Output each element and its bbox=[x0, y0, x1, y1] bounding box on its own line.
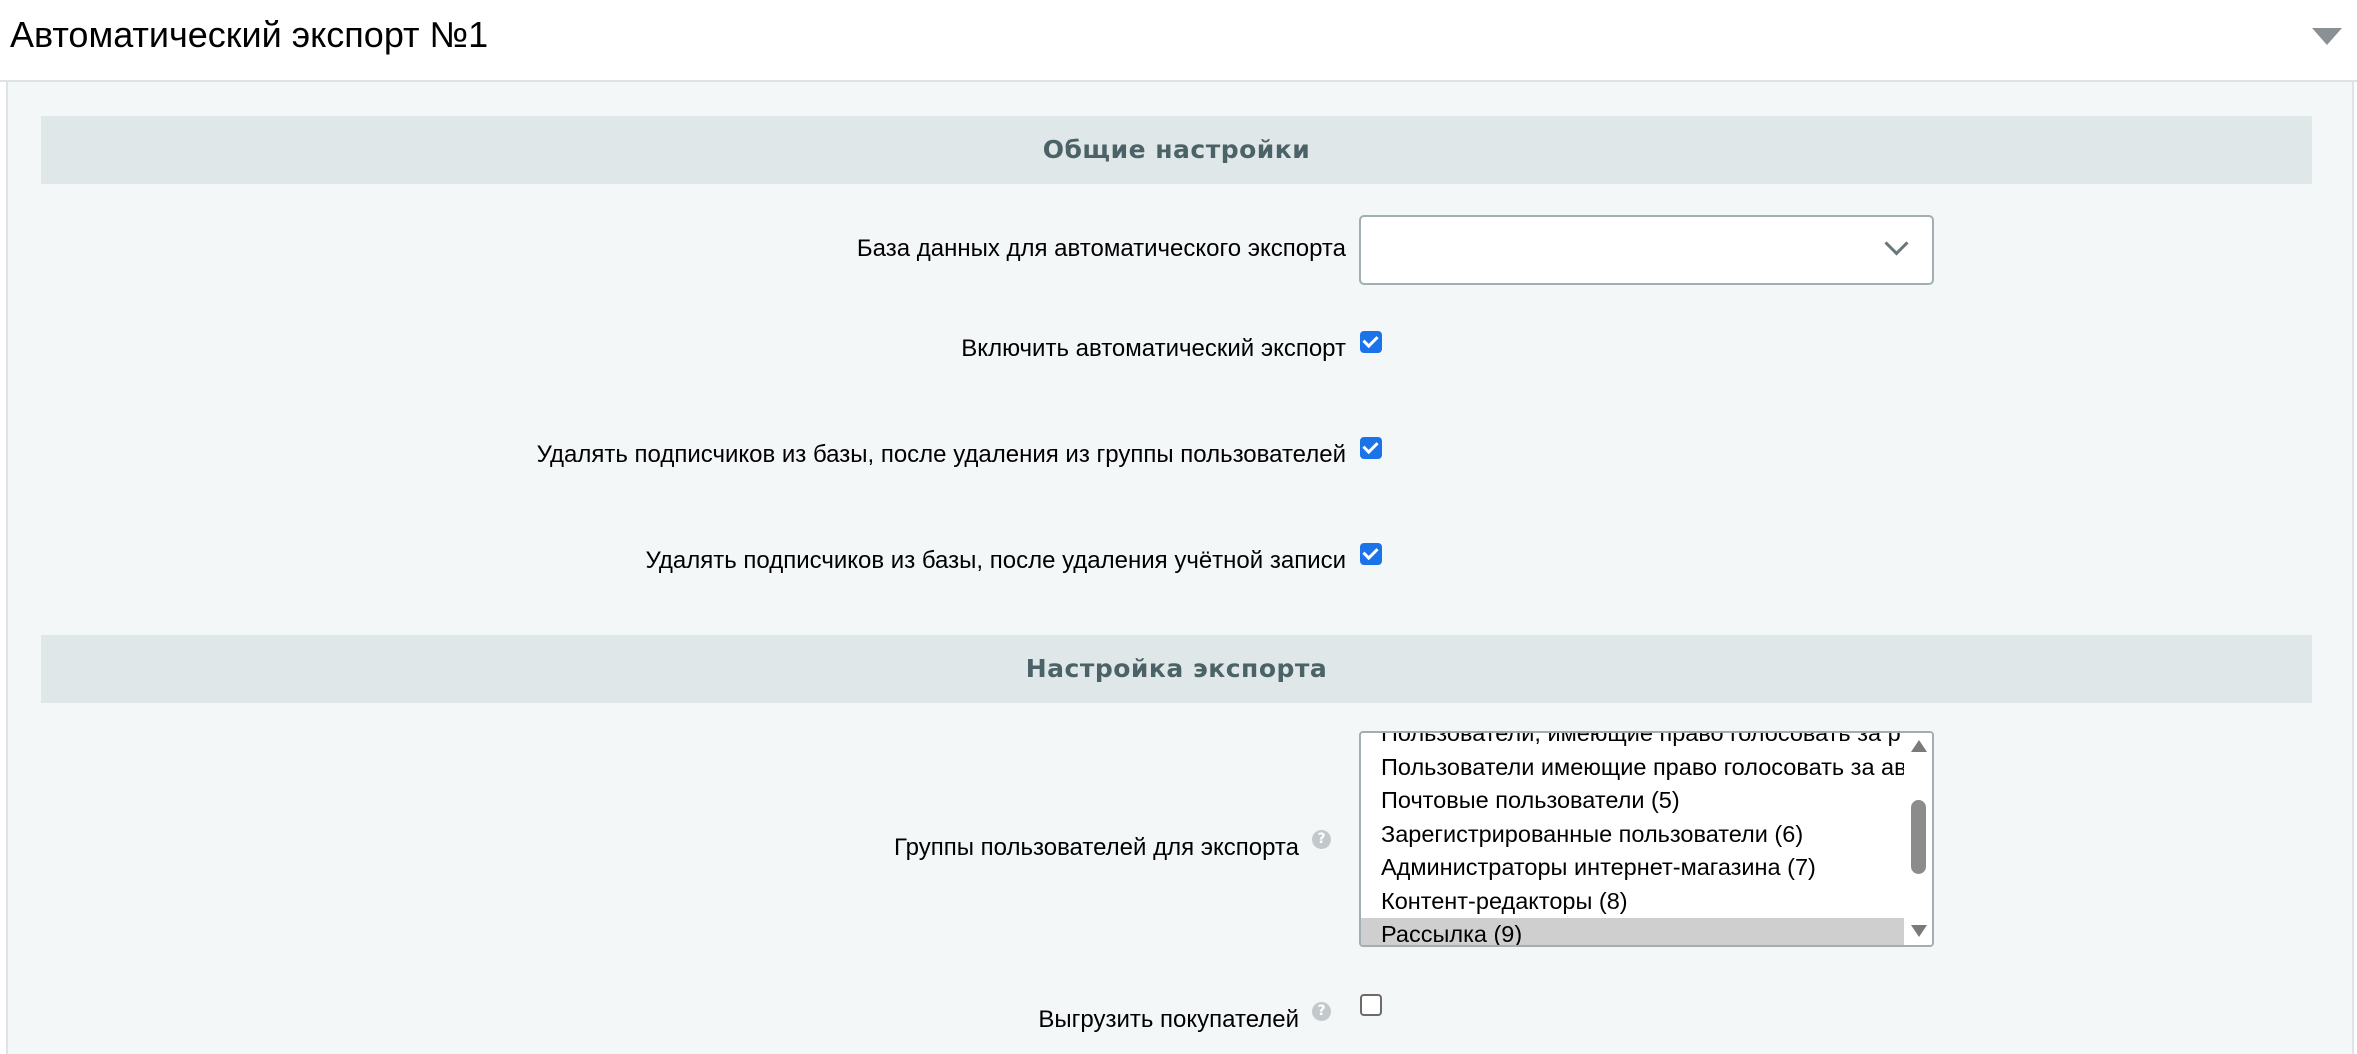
user-groups-label: Группы пользователей для экспорта bbox=[894, 834, 1299, 861]
list-item[interactable]: Контент-редакторы (8) bbox=[1361, 885, 1907, 919]
database-select[interactable] bbox=[1359, 215, 1934, 285]
user-groups-options: Пользователи, имеющие право голосовать з… bbox=[1361, 733, 1907, 945]
help-icon[interactable]: ? bbox=[1312, 1002, 1331, 1021]
scroll-up-arrow-icon[interactable] bbox=[1911, 740, 1927, 752]
section-general-header: Общие настройки bbox=[41, 116, 2312, 184]
scroll-down-arrow-icon[interactable] bbox=[1911, 925, 1927, 937]
page-header: Автоматический экспорт №1 bbox=[0, 0, 2357, 82]
page-title: Автоматический экспорт №1 bbox=[10, 14, 489, 55]
delete-on-account-removal-label: Удалять подписчиков из базы, после удале… bbox=[645, 547, 1347, 574]
list-item[interactable]: Пользователи имеющие право голосовать за… bbox=[1361, 751, 1907, 785]
section-export-header: Настройка экспорта bbox=[41, 635, 2312, 703]
enable-auto-export-checkbox[interactable] bbox=[1360, 331, 1382, 353]
user-groups-listbox[interactable]: Пользователи, имеющие право голосовать з… bbox=[1359, 731, 1934, 947]
list-item[interactable]: Пользователи, имеющие право голосовать з… bbox=[1361, 733, 1907, 751]
scrollbar-thumb[interactable] bbox=[1911, 800, 1926, 874]
list-item[interactable]: Администраторы интернет-магазина (7) bbox=[1361, 851, 1907, 885]
list-item[interactable]: Зарегистрированные пользователи (6) bbox=[1361, 818, 1907, 852]
help-icon[interactable]: ? bbox=[1312, 830, 1331, 849]
delete-on-account-removal-checkbox[interactable] bbox=[1360, 543, 1382, 565]
database-label: База данных для автоматического экспорта bbox=[856, 235, 1346, 262]
listbox-scrollbar[interactable] bbox=[1904, 733, 1932, 945]
export-buyers-checkbox[interactable] bbox=[1360, 994, 1382, 1016]
enable-auto-export-label: Включить автоматический экспорт bbox=[961, 335, 1346, 362]
delete-on-group-removal-checkbox[interactable] bbox=[1360, 437, 1382, 459]
collapse-triangle-icon[interactable] bbox=[2312, 28, 2342, 45]
export-buyers-label: Выгрузить покупателей bbox=[1038, 1006, 1299, 1033]
delete-on-group-removal-label: Удалять подписчиков из базы, после удале… bbox=[536, 441, 1346, 468]
list-item[interactable]: Почтовые пользователи (5) bbox=[1361, 784, 1907, 818]
list-item-selected[interactable]: Рассылка (9) bbox=[1361, 918, 1907, 945]
